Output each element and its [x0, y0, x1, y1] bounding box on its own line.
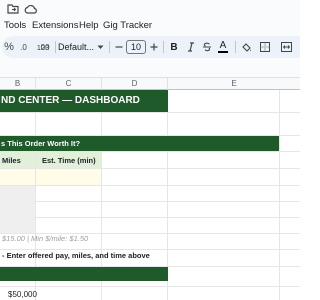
order-worth-text: s This Order Worth It? — [1, 139, 81, 148]
column-header-row: B C D E — [0, 77, 300, 90]
dashboard-banner[interactable]: ND CENTER — DASHBOARD — [0, 90, 168, 112]
miles-input-cell[interactable] — [0, 169, 35, 185]
merge-cells-button[interactable] — [279, 36, 293, 58]
paint-bucket-icon — [241, 42, 251, 52]
borders-icon — [260, 42, 270, 52]
time-input-cell[interactable] — [36, 169, 101, 185]
italic-icon — [188, 42, 194, 52]
text-color-swatch — [218, 51, 228, 53]
column-header-d[interactable]: D — [102, 78, 168, 90]
text-color-button[interactable]: A — [216, 36, 230, 58]
borders-button[interactable] — [258, 36, 272, 58]
menu-gig-tracker[interactable]: Gig Tracker — [103, 20, 152, 31]
sheet-grid[interactable]: ND CENTER — DASHBOARD s This Order Worth… — [0, 90, 300, 300]
decrease-decimal-label: .0 — [20, 42, 27, 52]
menu-bar: Tools Extensions Help Gig Tracker — [0, 19, 300, 35]
fill-color-button[interactable] — [239, 36, 253, 58]
strikethrough-button[interactable] — [201, 36, 213, 58]
chevron-down-icon — [97, 45, 104, 49]
gray-cell-block[interactable] — [0, 186, 35, 233]
cloud-sync-icon[interactable] — [24, 4, 37, 14]
menu-extensions[interactable]: Extensions — [32, 20, 78, 31]
column-header-e[interactable]: E — [168, 78, 300, 90]
toolbar-divider — [163, 41, 164, 53]
toolbar-divider — [109, 41, 110, 53]
number-format-button[interactable]: 123 — [34, 36, 52, 58]
miles-header: Miles — [2, 156, 21, 165]
plus-icon — [150, 43, 158, 51]
value-cell[interactable]: $50,000 — [8, 290, 37, 299]
decrease-font-size-button[interactable] — [113, 36, 125, 58]
toolbar-divider — [235, 41, 236, 53]
font-size-input[interactable]: 10 — [126, 40, 146, 54]
menu-help[interactable]: Help — [79, 20, 99, 31]
title-bar — [0, 0, 300, 19]
percent-format-button[interactable]: % — [4, 36, 14, 58]
bold-button[interactable]: B — [168, 36, 180, 58]
order-worth-banner[interactable]: s This Order Worth It? — [0, 136, 279, 151]
merge-cells-icon — [280, 42, 292, 52]
column-header-c[interactable]: C — [36, 78, 102, 90]
increase-font-size-button[interactable] — [148, 36, 160, 58]
minus-icon — [115, 46, 123, 48]
move-to-folder-icon[interactable] — [7, 3, 19, 14]
font-family-select[interactable]: Default... — [58, 36, 108, 58]
spreadsheet-app: Tools Extensions Help Gig Tracker % .0 .… — [0, 0, 300, 300]
text-color-letter: A — [219, 40, 227, 51]
instruction-text: - Enter offered pay, miles, and time abo… — [2, 251, 150, 260]
formatting-toolbar: % .0 .00 123 Default... 10 B A — [2, 36, 300, 58]
toolbar-divider — [55, 41, 56, 53]
time-header: Est. Time (min) — [42, 156, 96, 165]
decrease-decimal-button[interactable]: .0 — [16, 36, 31, 58]
section-banner[interactable] — [0, 267, 168, 281]
italic-button[interactable] — [185, 36, 197, 58]
menu-tools[interactable]: Tools — [4, 20, 26, 31]
strikethrough-icon — [203, 42, 211, 52]
min-pay-note: $15.00 | Min $/mile: $1.50 — [2, 234, 89, 243]
dashboard-banner-text: ND CENTER — DASHBOARD — [1, 95, 140, 106]
column-header-b[interactable]: B — [0, 78, 36, 90]
font-family-value: Default... — [58, 42, 95, 52]
